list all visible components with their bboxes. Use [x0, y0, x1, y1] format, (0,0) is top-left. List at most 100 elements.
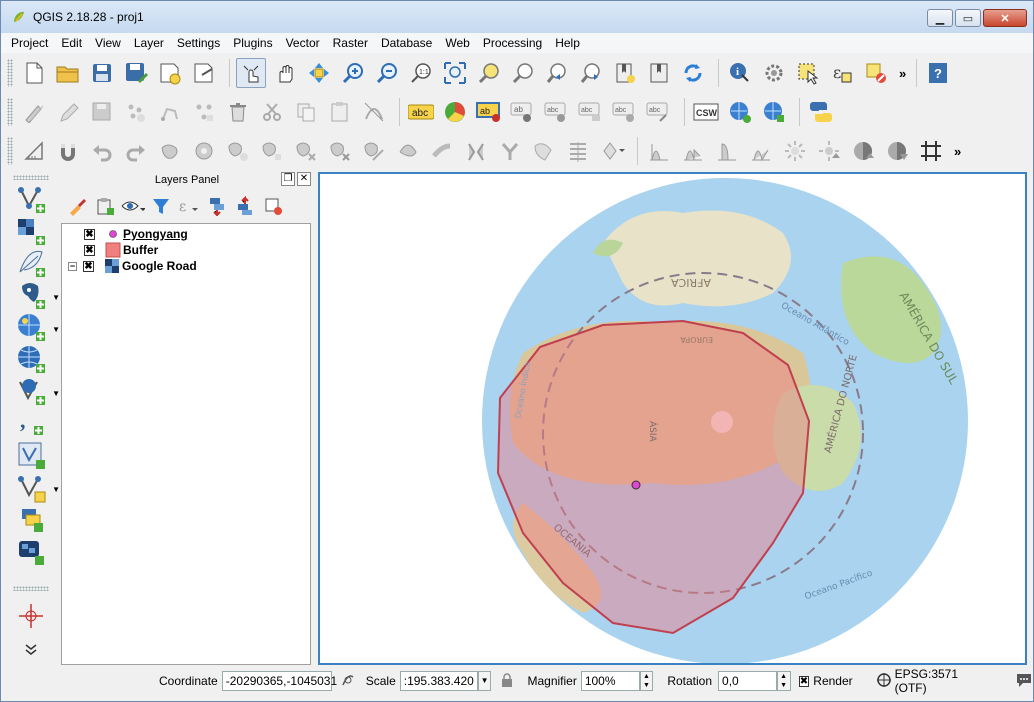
label-move-icon[interactable]: abc — [542, 97, 572, 127]
pan-icon[interactable] — [270, 58, 300, 88]
magnifier-spin-button[interactable]: ▲ ▼ — [639, 671, 654, 691]
crosshair-icon[interactable] — [14, 601, 48, 632]
label-pin-icon[interactable]: ab — [474, 97, 504, 127]
coordinate-field[interactable]: -20290365,-1045031 — [221, 671, 337, 691]
map-view[interactable]: AFRICA AMÉRICA DO SUL AMÉRICA DO NORTE Á… — [320, 174, 1025, 663]
menu-vector[interactable]: Vector — [286, 36, 320, 50]
zoom-native-icon[interactable]: 1:1 — [406, 58, 436, 88]
touch-zoom-icon[interactable] — [236, 58, 266, 88]
add-wms-icon[interactable] — [759, 97, 789, 127]
delete-selected-icon[interactable] — [223, 97, 253, 127]
new-spatialite-icon[interactable]: ▼ — [14, 472, 60, 503]
zoom-to-selection-icon[interactable] — [474, 58, 504, 88]
new-project-icon[interactable] — [19, 58, 49, 88]
filter-legend-icon[interactable] — [149, 194, 173, 218]
menu-database[interactable]: Database — [381, 36, 432, 50]
offset-curve-icon[interactable] — [393, 136, 423, 166]
current-edits-icon[interactable] — [19, 97, 49, 127]
show-bookmarks-icon[interactable] — [644, 58, 674, 88]
expand-toolbar-icon[interactable] — [14, 633, 48, 664]
crs-label[interactable]: EPSG:3571 (OTF) — [895, 667, 991, 695]
maximize-button[interactable]: ▭ — [955, 9, 981, 27]
select-features-icon[interactable] — [793, 58, 823, 88]
delete-part-icon[interactable] — [325, 136, 355, 166]
move-feature-icon[interactable] — [155, 97, 185, 127]
messages-icon[interactable] — [1015, 672, 1033, 691]
contrast-icon[interactable] — [814, 136, 844, 166]
label-icon[interactable]: abc — [406, 97, 436, 127]
label-show-icon[interactable]: ab — [508, 97, 538, 127]
gamma-icon[interactable] — [882, 136, 912, 166]
toolbar-grip[interactable] — [13, 175, 49, 180]
raster-histogram-icon[interactable] — [644, 136, 674, 166]
rotation-field[interactable]: 0,0 — [718, 671, 777, 691]
new-shapefile-icon[interactable] — [14, 440, 48, 471]
raster-stretch-icon[interactable] — [678, 136, 708, 166]
add-wfs-layer-icon[interactable]: ▼ — [14, 376, 60, 407]
zoom-last-icon[interactable] — [542, 58, 572, 88]
menu-layer[interactable]: Layer — [134, 36, 164, 50]
zoom-full-icon[interactable] — [440, 58, 470, 88]
merge-attributes-icon[interactable] — [529, 136, 559, 166]
rotation-spin-button[interactable]: ▲ ▼ — [776, 671, 791, 691]
menu-raster[interactable]: Raster — [333, 36, 368, 50]
undock-panel-button[interactable]: ❐ — [281, 172, 295, 186]
measure-icon[interactable] — [759, 58, 789, 88]
lock-scale-icon[interactable] — [501, 672, 513, 690]
expand-all-icon[interactable] — [205, 194, 229, 218]
simplify-icon[interactable] — [155, 136, 185, 166]
toolbar-grip[interactable] — [13, 586, 49, 591]
merge-icon[interactable] — [495, 136, 525, 166]
csw-icon[interactable]: CSW — [691, 97, 721, 127]
fill-ring-icon[interactable] — [257, 136, 287, 166]
label-change-icon[interactable]: abc — [610, 97, 640, 127]
measure-line-icon[interactable] — [19, 136, 49, 166]
toolbar-overflow-1[interactable]: » — [899, 66, 906, 81]
identify-icon[interactable]: i — [725, 58, 755, 88]
zoom-next-icon[interactable] — [576, 58, 606, 88]
close-button[interactable]: ✕ — [983, 9, 1027, 27]
toolbar-overflow-3[interactable]: » — [954, 144, 961, 159]
menu-view[interactable]: View — [95, 36, 121, 50]
add-mssql-icon[interactable]: ▼ — [14, 312, 60, 343]
menu-processing[interactable]: Processing — [483, 36, 542, 50]
add-vector-layer-icon[interactable] — [14, 184, 48, 215]
raster-cumulative-icon[interactable] — [712, 136, 742, 166]
reshape-icon[interactable] — [359, 136, 389, 166]
toolbar-grip[interactable] — [7, 137, 13, 165]
redo-icon[interactable] — [121, 136, 151, 166]
toggle-extents-icon[interactable] — [340, 672, 356, 691]
add-postgis-icon[interactable]: ▼ — [14, 280, 60, 311]
remove-layer-icon[interactable] — [261, 194, 285, 218]
refresh-icon[interactable] — [678, 58, 708, 88]
diagram-icon[interactable] — [440, 97, 470, 127]
magnet-icon[interactable] — [53, 136, 83, 166]
composer-manager-icon[interactable] — [189, 58, 219, 88]
scale-field[interactable]: :195.383.420 — [399, 671, 478, 691]
split-parts-icon[interactable] — [461, 136, 491, 166]
crs-icon[interactable] — [876, 672, 891, 690]
help-icon[interactable]: ? — [923, 58, 953, 88]
menu-help[interactable]: Help — [555, 36, 580, 50]
add-raster-layer-icon[interactable] — [14, 216, 48, 247]
add-wms-layer-icon[interactable] — [14, 344, 48, 375]
rotate-point-icon[interactable] — [597, 136, 627, 166]
select-raster-icon[interactable] — [848, 136, 878, 166]
python-icon[interactable] — [806, 97, 836, 127]
pan-to-selection-icon[interactable] — [304, 58, 334, 88]
add-virtual-layer-icon[interactable] — [14, 504, 48, 535]
save-as-icon[interactable] — [121, 58, 151, 88]
minimize-button[interactable]: ▁ — [927, 9, 953, 27]
collapse-toggle[interactable]: − — [68, 261, 77, 271]
open-layer-styling-icon[interactable] — [65, 194, 89, 218]
grid-icon[interactable] — [916, 136, 946, 166]
collapse-all-icon[interactable] — [233, 194, 257, 218]
add-feature-icon[interactable] — [121, 97, 151, 127]
zoom-in-icon[interactable] — [338, 58, 368, 88]
deselect-icon[interactable] — [861, 58, 891, 88]
layer-row-pyongyang[interactable]: ✖ Pyongyang — [62, 226, 310, 242]
undo-icon[interactable] — [87, 136, 117, 166]
magnifier-field[interactable]: 100% — [580, 671, 640, 691]
map-canvas[interactable]: AFRICA AMÉRICA DO SUL AMÉRICA DO NORTE Á… — [318, 172, 1027, 665]
new-bookmark-icon[interactable] — [610, 58, 640, 88]
